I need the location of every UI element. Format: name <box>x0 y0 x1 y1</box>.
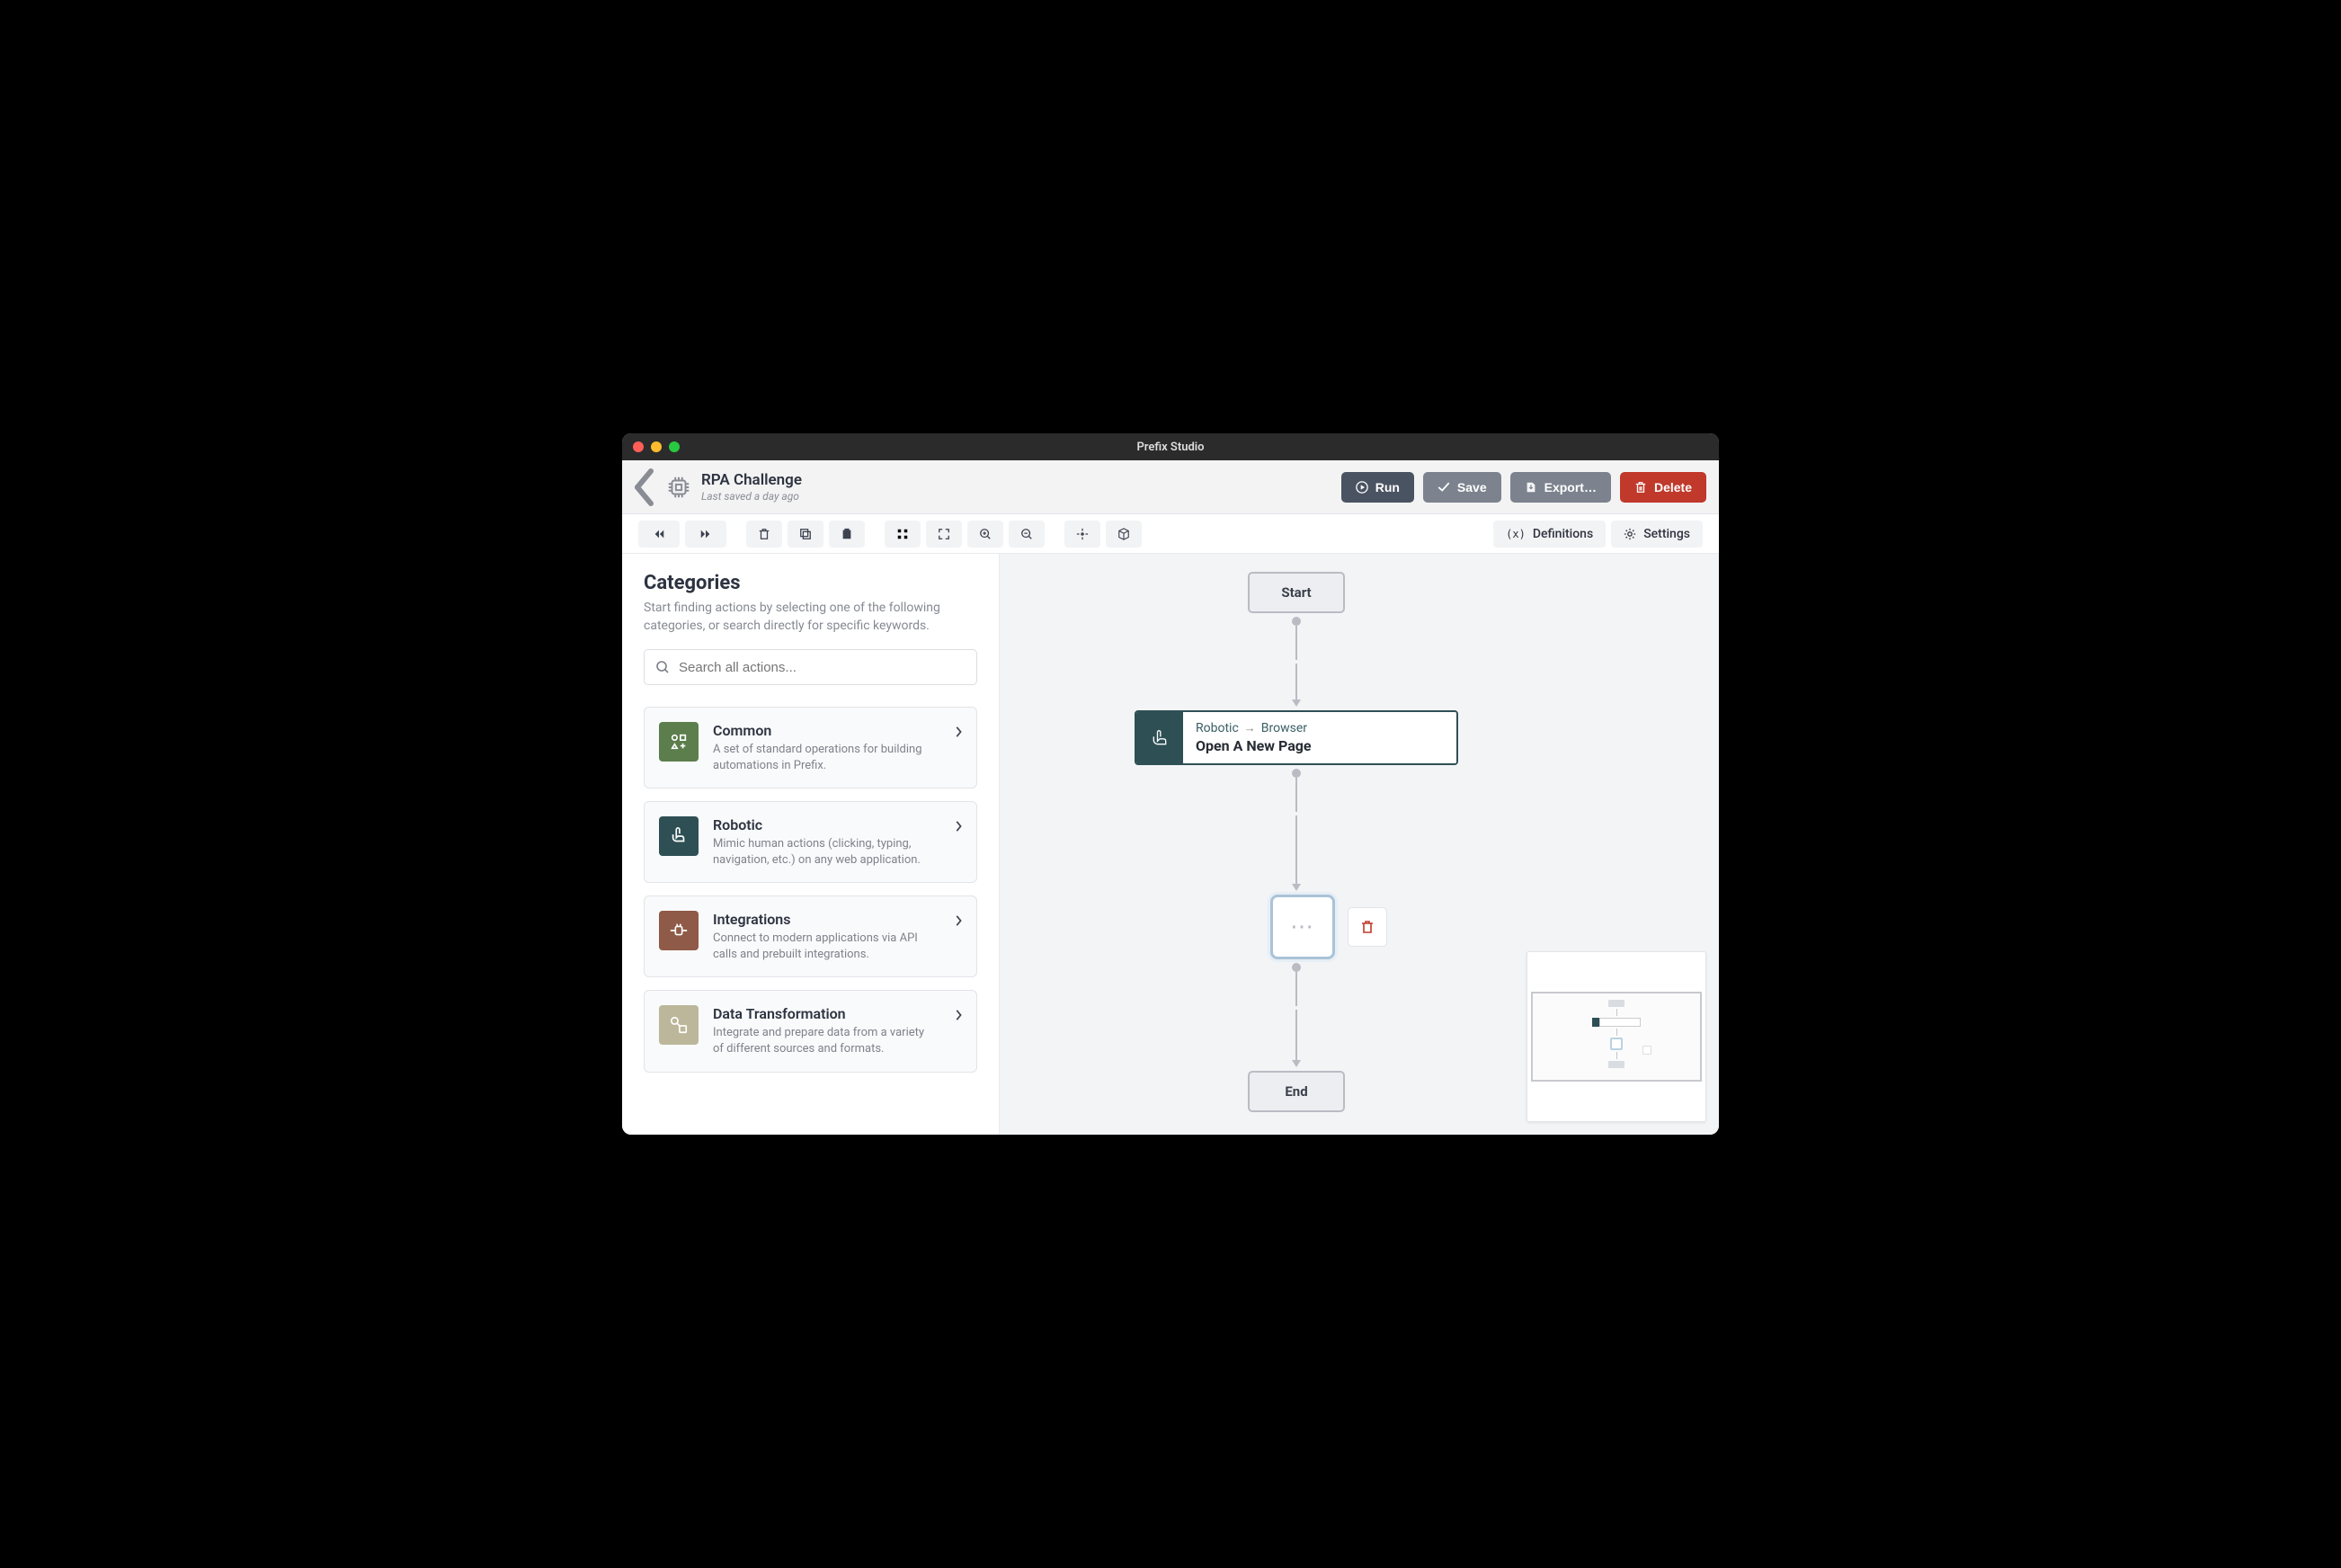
header-actions: Run Save Export… Delete <box>1341 472 1706 503</box>
undo-button[interactable] <box>638 521 680 548</box>
search-icon <box>655 660 670 674</box>
play-icon <box>1356 481 1368 494</box>
delete-node-button[interactable] <box>1348 907 1387 947</box>
pointer-click-icon <box>1136 712 1183 763</box>
sidebar-description: Start finding actions by selecting one o… <box>644 600 958 635</box>
minimap-viewport <box>1531 992 1702 1082</box>
expand-icon <box>938 528 950 540</box>
sidebar-heading: Categories <box>644 572 977 594</box>
category-card-robotic[interactable]: Robotic Mimic human actions (clicking, t… <box>644 801 977 883</box>
grid-icon <box>896 528 909 540</box>
clipboard-icon <box>841 528 853 540</box>
zoom-out-icon <box>1020 528 1033 540</box>
main: Categories Start finding actions by sele… <box>622 554 1719 1135</box>
header: RPA Challenge Last saved a day ago Run S… <box>622 460 1719 514</box>
save-button[interactable]: Save <box>1423 472 1501 503</box>
app-window: Prefix Studio RPA Challenge Last saved a… <box>622 433 1719 1135</box>
placeholder-wrap: ⋯ <box>1117 895 1476 959</box>
window-title: Prefix Studio <box>622 441 1719 454</box>
category-name: Common <box>713 722 931 739</box>
category-card-data-transformation[interactable]: Data Transformation Integrate and prepar… <box>644 990 977 1072</box>
copy-icon <box>799 528 812 540</box>
category-name: Integrations <box>713 911 931 928</box>
search-input[interactable] <box>679 660 966 675</box>
action-node-open-page[interactable]: Robotic → Browser Open A New Page <box>1135 710 1458 765</box>
export-button[interactable]: Export… <box>1510 472 1611 503</box>
run-button[interactable]: Run <box>1341 472 1414 503</box>
category-desc: Connect to modern applications via API c… <box>713 931 931 962</box>
definitions-button[interactable]: (x) Definitions <box>1493 521 1606 548</box>
chip-icon <box>665 474 692 501</box>
redo-button[interactable] <box>685 521 726 548</box>
flow-canvas[interactable]: Start Robotic → Browser <box>1000 554 1719 1135</box>
trash-icon <box>1634 481 1647 494</box>
zoom-in-icon <box>979 528 992 540</box>
trash-icon <box>758 528 770 540</box>
titlebar: Prefix Studio <box>622 433 1719 460</box>
plug-icon <box>659 911 699 950</box>
fast-forward-icon <box>699 528 712 540</box>
chevron-right-icon <box>955 818 962 835</box>
pointer-icon <box>659 816 699 856</box>
trash-icon <box>1360 920 1375 934</box>
grid-view-button[interactable] <box>885 521 921 548</box>
fit-screen-button[interactable] <box>926 521 962 548</box>
flow: Start Robotic → Browser <box>1117 572 1476 1112</box>
action-body: Robotic → Browser Open A New Page <box>1183 712 1456 763</box>
back-button[interactable] <box>635 477 656 498</box>
arrow-right-icon: → <box>1244 721 1256 735</box>
category-desc: Integrate and prepare data from a variet… <box>713 1025 931 1056</box>
toolbar: (x) Definitions Settings <box>622 514 1719 554</box>
shapes-icon <box>659 722 699 762</box>
placeholder-node[interactable]: ⋯ <box>1270 895 1335 959</box>
chevron-left-icon <box>635 468 656 506</box>
category-name: Data Transformation <box>713 1005 931 1022</box>
download-file-icon <box>1525 481 1537 494</box>
close-window-button[interactable] <box>633 441 644 452</box>
center-button[interactable] <box>1064 521 1100 548</box>
category-card-common[interactable]: Common A set of standard operations for … <box>644 707 977 788</box>
connector <box>1117 769 1476 812</box>
document-title-wrap: RPA Challenge Last saved a day ago <box>701 471 1332 503</box>
category-desc: Mimic human actions (clicking, typing, n… <box>713 836 931 868</box>
check-icon <box>1438 481 1450 494</box>
end-node[interactable]: End <box>1248 1071 1345 1112</box>
3d-view-button[interactable] <box>1106 521 1142 548</box>
settings-button[interactable]: Settings <box>1611 521 1703 548</box>
action-path: Robotic → Browser <box>1196 721 1444 735</box>
window-controls <box>633 441 680 452</box>
category-desc: A set of standard operations for buildin… <box>713 742 931 773</box>
maximize-window-button[interactable] <box>669 441 680 452</box>
chevron-right-icon <box>955 1007 962 1024</box>
cube-icon <box>1117 528 1130 540</box>
variable-icon: (x) <box>1506 528 1526 540</box>
category-name: Robotic <box>713 816 931 833</box>
minimap[interactable] <box>1527 951 1706 1122</box>
category-card-integrations[interactable]: Integrations Connect to modern applicati… <box>644 895 977 977</box>
document-subtitle: Last saved a day ago <box>701 490 1332 503</box>
connector <box>1117 815 1476 891</box>
rewind-icon <box>653 528 665 540</box>
sidebar: Categories Start finding actions by sele… <box>622 554 1000 1135</box>
copy-button[interactable] <box>788 521 823 548</box>
gear-icon <box>1624 528 1636 540</box>
chevron-right-icon <box>955 724 962 741</box>
delete-button[interactable]: Delete <box>1620 472 1706 503</box>
paste-button[interactable] <box>829 521 865 548</box>
transform-icon <box>659 1005 699 1045</box>
connector <box>1117 664 1476 707</box>
connector <box>1117 617 1476 660</box>
chevron-right-icon <box>955 913 962 930</box>
action-title: Open A New Page <box>1196 737 1444 754</box>
delete-tool-button[interactable] <box>746 521 782 548</box>
zoom-in-button[interactable] <box>967 521 1003 548</box>
minimize-window-button[interactable] <box>651 441 662 452</box>
search-box[interactable] <box>644 649 977 685</box>
connector <box>1117 1010 1476 1067</box>
crosshair-icon <box>1076 528 1089 540</box>
zoom-out-button[interactable] <box>1009 521 1045 548</box>
document-title: RPA Challenge <box>701 471 1332 489</box>
connector <box>1117 963 1476 1006</box>
start-node[interactable]: Start <box>1248 572 1345 613</box>
